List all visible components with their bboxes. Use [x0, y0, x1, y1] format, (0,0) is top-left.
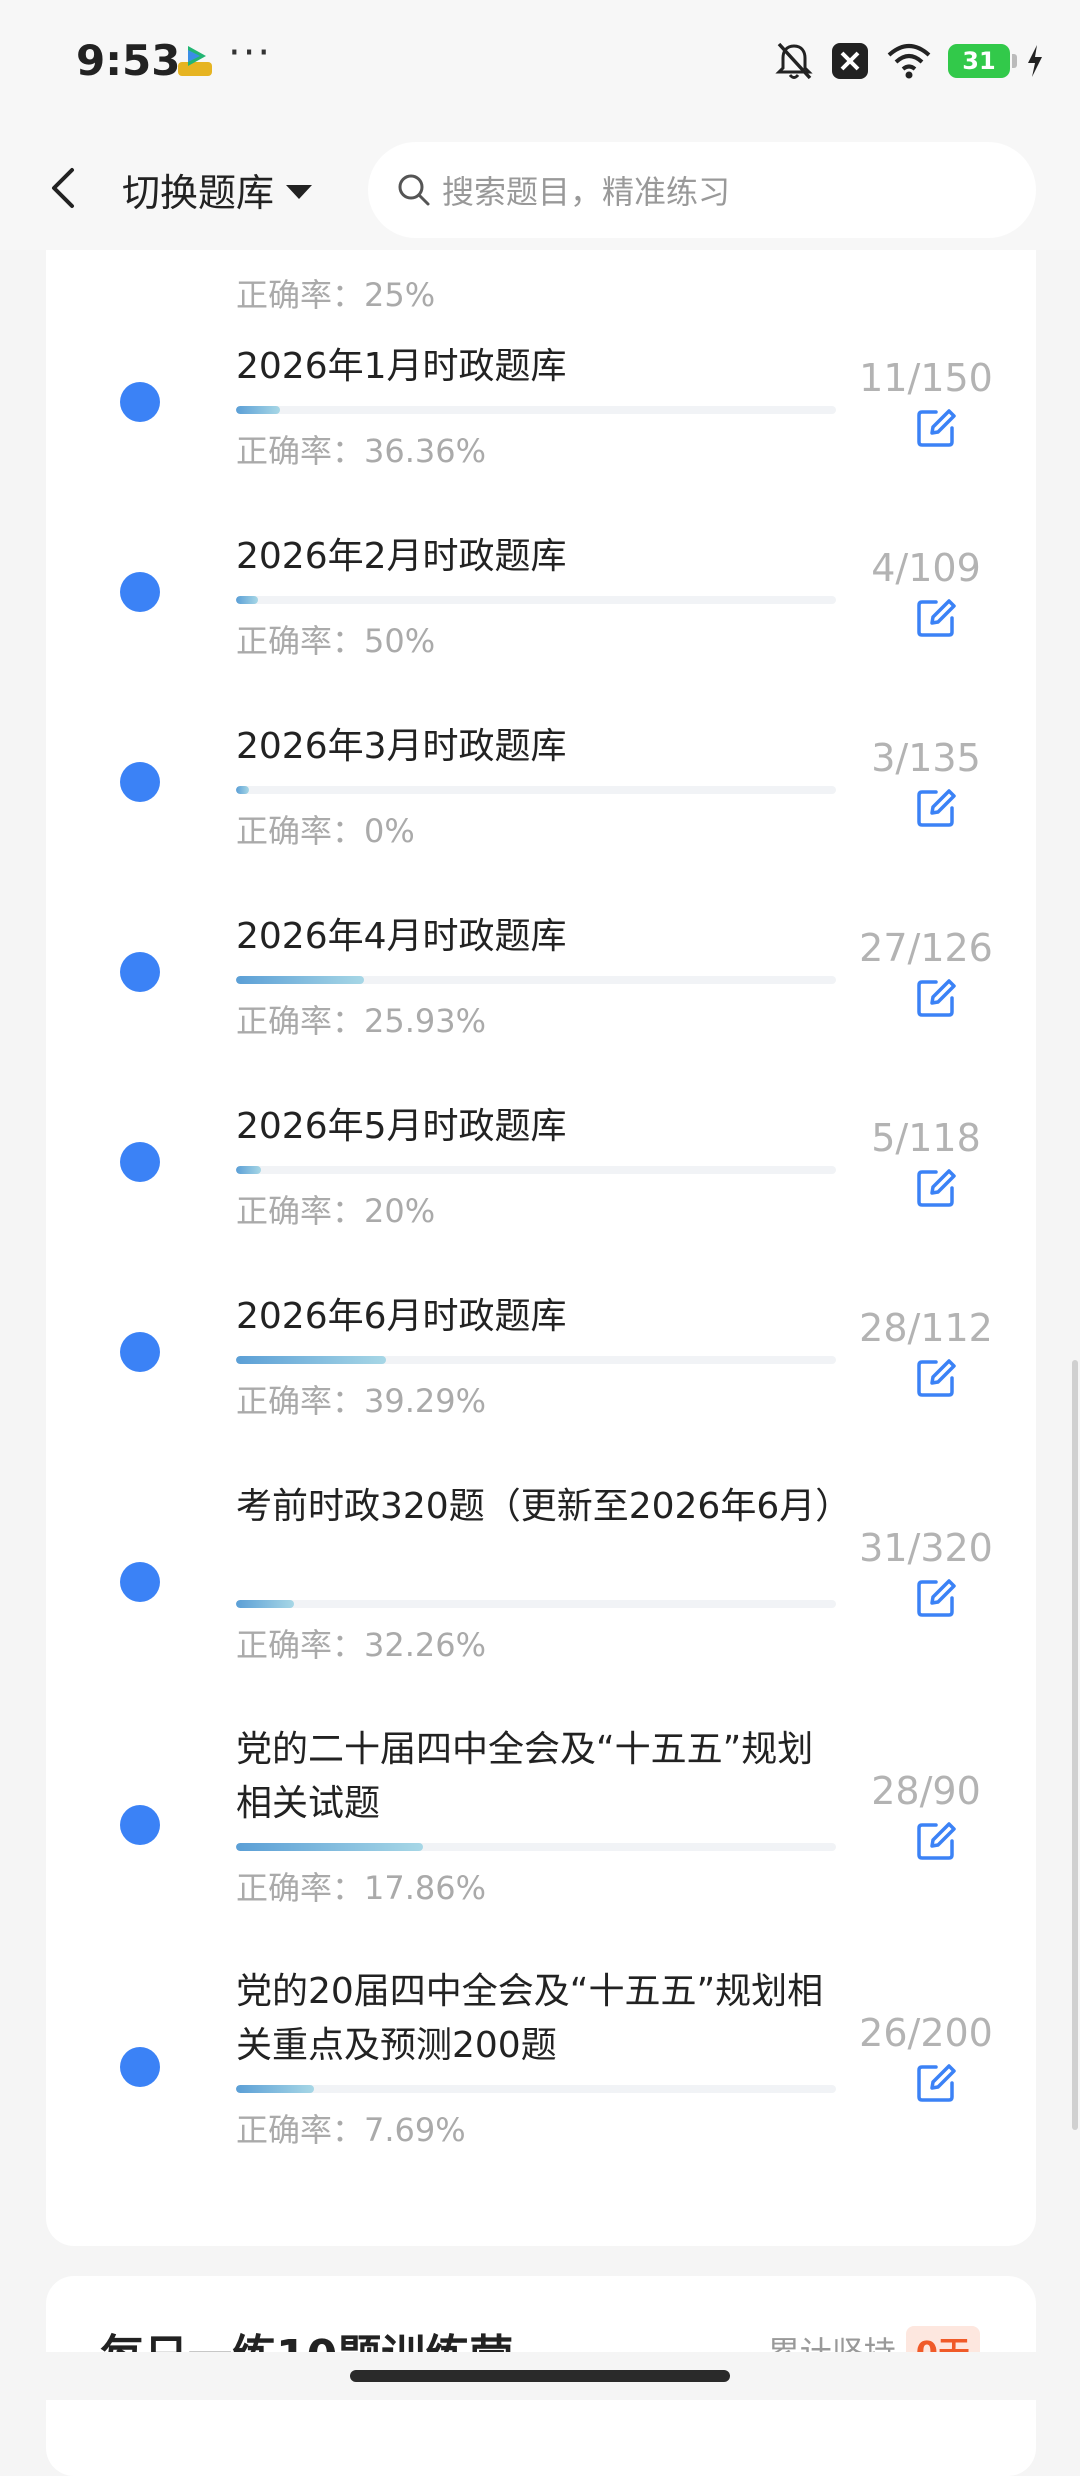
status-dot: [120, 382, 160, 422]
accuracy-text: 正确率：25%: [236, 276, 436, 314]
search-input[interactable]: 搜索题目，精准练习: [368, 142, 1036, 238]
progress-count: 3/135: [871, 736, 981, 780]
progress-fill: [236, 1600, 295, 1608]
status-dot: [120, 1805, 160, 1845]
status-dot: [120, 1142, 160, 1182]
status-dot: [120, 762, 160, 802]
progress-bar: [236, 976, 836, 984]
progress-fill: [236, 596, 259, 604]
accuracy-text: 正确率：32.26%: [236, 1626, 487, 1664]
progress-bar: [236, 1843, 836, 1851]
bank-title: 2026年6月时政题库: [236, 1296, 567, 1337]
status-dot: [120, 572, 160, 612]
status-dot: [120, 1562, 160, 1602]
accuracy-text: 正确率：50%: [236, 622, 436, 660]
progress-bar: [236, 1356, 836, 1364]
progress-fill: [236, 1166, 262, 1174]
status-dot: [120, 2047, 160, 2087]
charging-icon: [1028, 45, 1042, 77]
search-icon: [398, 174, 430, 206]
battery-level: 31: [962, 47, 996, 75]
progress-count: 5/118: [871, 1116, 981, 1160]
progress-count: 27/126: [859, 926, 993, 970]
status-time: 9:53: [76, 36, 181, 85]
progress-bar: [236, 2085, 836, 2093]
edit-icon[interactable]: [914, 406, 958, 450]
progress-count: 31/320: [859, 1526, 993, 1570]
edit-icon[interactable]: [914, 1166, 958, 1210]
back-arrow-icon[interactable]: [44, 158, 84, 218]
progress-count: 11/150: [859, 356, 993, 400]
progress-fill: [236, 976, 365, 984]
progress-bar: [236, 406, 836, 414]
bank-title: 2026年2月时政题库: [236, 536, 567, 577]
accuracy-text: 正确率：7.69%: [236, 2111, 466, 2149]
edit-icon[interactable]: [914, 2061, 958, 2105]
accuracy-text: 正确率：17.86%: [236, 1869, 487, 1907]
home-indicator[interactable]: [350, 2370, 730, 2382]
accuracy-text: 正确率：20%: [236, 1192, 436, 1230]
battery-icon: 31: [948, 44, 1017, 78]
top-nav-bar: 切换题库 搜索题目，精准练习: [0, 130, 1080, 250]
app-notification-icon: [178, 46, 212, 76]
progress-count: 28/90: [871, 1769, 981, 1813]
progress-bar: [236, 786, 836, 794]
switch-bank-dropdown[interactable]: 切换题库: [122, 162, 313, 217]
accuracy-text: 正确率：39.29%: [236, 1382, 487, 1420]
scrollbar[interactable]: [1072, 1360, 1078, 2130]
bank-title: 2026年3月时政题库: [236, 726, 567, 767]
progress-bar: [236, 1600, 836, 1608]
accuracy-text: 正确率：36.36%: [236, 432, 487, 470]
progress-bar: [236, 596, 836, 604]
search-placeholder: 搜索题目，精准练习: [442, 173, 731, 211]
bank-title: 党的二十届四中全会及“十五五”规划相关试题: [236, 1729, 814, 1824]
progress-fill: [236, 406, 280, 414]
progress-count: 28/112: [859, 1306, 993, 1350]
edit-icon[interactable]: [914, 976, 958, 1020]
accuracy-text: 正确率：25.93%: [236, 1002, 487, 1040]
bank-title: 2026年1月时政题库: [236, 346, 567, 387]
bank-title: 党的20届四中全会及“十五五”规划相关重点及预测200题: [236, 1971, 824, 2066]
switch-bank-label: 切换题库: [122, 171, 275, 215]
status-dot: [120, 1332, 160, 1372]
status-dot: [120, 952, 160, 992]
edit-icon[interactable]: [914, 1576, 958, 1620]
progress-fill: [236, 1356, 386, 1364]
question-bank-list: 正确率：25% 2026年1月时政题库 正确率：36.36% 11/150 2026年…: [46, 141, 1036, 2246]
bank-title: 2026年5月时政题库: [236, 1106, 567, 1147]
accuracy-text: 正确率：0%: [236, 812, 415, 850]
status-bar: 9:53 ··· 31: [0, 0, 1080, 130]
progress-count: 4/109: [871, 546, 981, 590]
edit-icon[interactable]: [914, 1819, 958, 1863]
close-box-icon: [832, 43, 868, 79]
mute-bell-icon: [775, 42, 813, 80]
bank-title: 2026年4月时政题库: [236, 916, 567, 957]
progress-fill: [236, 2085, 314, 2093]
edit-icon[interactable]: [914, 596, 958, 640]
progress-bar: [236, 1166, 836, 1174]
bank-title: 考前时政320题（更新至2026年6月）: [236, 1486, 852, 1527]
progress-count: 26/200: [859, 2011, 993, 2055]
caret-down-icon: [286, 184, 313, 199]
edit-icon[interactable]: [914, 1356, 958, 1400]
edit-icon[interactable]: [914, 786, 958, 830]
progress-fill: [236, 786, 250, 794]
progress-fill: [236, 1843, 423, 1851]
wifi-icon: [887, 44, 931, 79]
more-notifications-icon: ···: [228, 30, 273, 76]
